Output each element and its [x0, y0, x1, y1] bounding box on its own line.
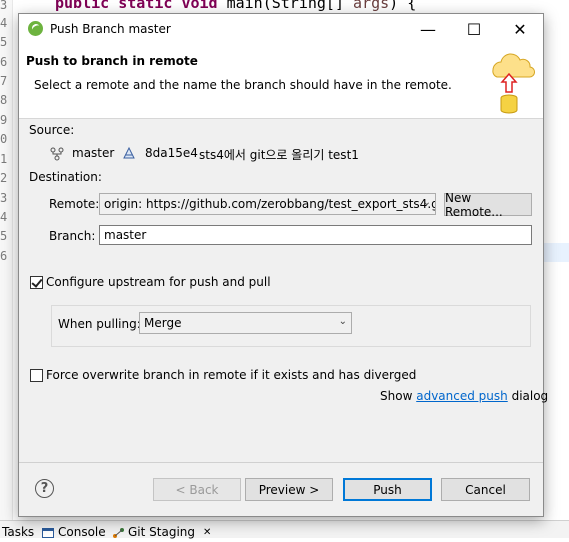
chevron-down-icon: ⌄	[422, 197, 431, 208]
line-number: 6	[0, 55, 8, 69]
dialog-title: Push Branch master	[50, 22, 171, 36]
minimize-button[interactable]: —	[405, 14, 451, 44]
push-button[interactable]: Push	[343, 478, 432, 501]
show-suffix: dialog	[511, 389, 549, 403]
configure-upstream-label: Configure upstream for push and pull	[46, 275, 271, 289]
push-branch-dialog: Push Branch master — ☐ ✕ Push to branch …	[18, 13, 548, 517]
tab-tasks[interactable]: Tasks	[2, 524, 34, 540]
line-number: 5	[0, 229, 8, 243]
show-prefix: Show	[380, 389, 413, 403]
branch-input[interactable]: master	[99, 225, 532, 245]
wizard-title: Push to branch in remote	[26, 54, 198, 68]
button-bar-separator	[19, 462, 543, 463]
maximize-button[interactable]: ☐	[451, 14, 497, 44]
tab-console[interactable]: Console	[42, 524, 106, 540]
source-branch: master	[72, 146, 115, 160]
line-number: 1	[0, 152, 8, 166]
when-pulling-label: When pulling:	[58, 317, 141, 331]
spring-app-icon	[28, 21, 43, 36]
line-number: 2	[0, 171, 8, 185]
remote-select-value: origin: https://github.com/zerobbang/tes…	[104, 197, 436, 211]
commit-icon	[123, 146, 135, 159]
line-number: 3	[0, 191, 8, 205]
tab-git-staging[interactable]: Git Staging ✕	[112, 524, 211, 540]
line-number: 8	[0, 93, 8, 107]
configure-upstream-checkbox[interactable]	[30, 276, 43, 289]
line-number-gutter: 3 4 5 6 7 8 9 0 1 2 3 4 5 6	[0, 0, 13, 520]
line-number: 0	[0, 132, 8, 146]
console-icon	[42, 527, 54, 538]
when-pulling-group: When pulling: Merge ⌄	[51, 305, 531, 347]
when-pulling-value: Merge	[144, 316, 182, 330]
current-line-highlight	[543, 243, 569, 262]
line-number: 5	[0, 35, 8, 49]
branch-label: Branch:	[49, 229, 96, 243]
dialog-titlebar: Push Branch master — ☐ ✕	[19, 14, 543, 44]
line-number: 6	[0, 249, 8, 263]
advanced-push-link[interactable]: advanced push	[416, 389, 508, 403]
source-label: Source:	[29, 123, 75, 137]
code-line-main: public static void main(String[] args) {	[55, 0, 417, 12]
force-overwrite-label: Force overwrite branch in remote if it e…	[46, 368, 417, 382]
close-button[interactable]: ✕	[497, 14, 543, 44]
line-number: 4	[0, 210, 8, 224]
line-number: 4	[0, 16, 8, 30]
push-to-remote-icon	[492, 53, 536, 114]
line-number: 9	[0, 113, 8, 127]
close-icon[interactable]: ✕	[203, 527, 211, 538]
chevron-down-icon: ⌄	[338, 316, 347, 327]
force-overwrite-checkbox[interactable]	[30, 369, 43, 382]
line-number: 3	[0, 0, 8, 12]
remote-label: Remote:	[49, 197, 100, 211]
preview-button[interactable]: Preview >	[245, 478, 333, 501]
wizard-description: Select a remote and the name the branch …	[34, 78, 452, 92]
advanced-push-text: Show advanced push dialog	[380, 389, 548, 403]
source-commit-id: 8da15e4	[145, 146, 198, 160]
bottom-view-tabs: Tasks Console Git Staging ✕	[0, 520, 569, 540]
source-commit-message: sts4에서 git으로 올리기 test1	[199, 148, 359, 162]
branch-icon	[50, 147, 64, 161]
line-number: 7	[0, 74, 8, 88]
back-button[interactable]: < Back	[153, 478, 241, 501]
destination-label: Destination:	[29, 170, 102, 184]
wizard-header: Push to branch in remote Select a remote…	[19, 44, 543, 119]
when-pulling-select[interactable]: Merge ⌄	[139, 312, 352, 334]
new-remote-button[interactable]: New Remote...	[444, 191, 532, 219]
help-icon[interactable]: ?	[35, 479, 54, 498]
git-staging-icon	[112, 527, 124, 538]
cancel-button[interactable]: Cancel	[441, 478, 530, 501]
remote-select[interactable]: origin: https://github.com/zerobbang/tes…	[99, 193, 436, 215]
